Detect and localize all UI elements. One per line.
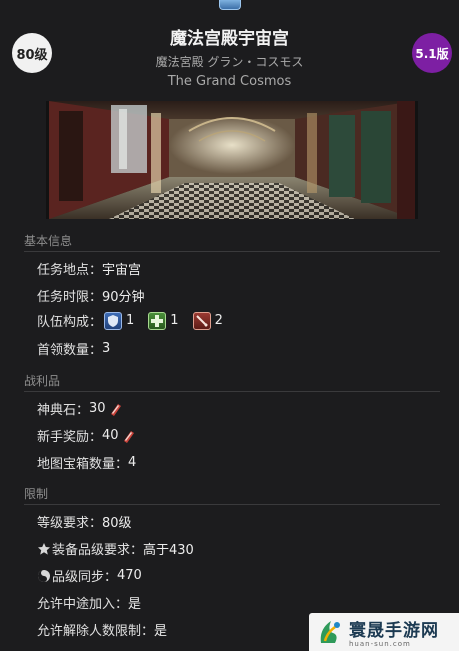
watermark-name: 寰晟手游网	[349, 621, 439, 641]
level-sync-icon	[38, 569, 50, 582]
tomestone-value: 30	[89, 401, 106, 416]
dungeon-banner-image	[46, 101, 418, 219]
watermark-url: huan-sun.com	[349, 640, 411, 648]
site-watermark: 寰晟手游网 huan-sun.com	[309, 613, 459, 651]
tomestone-icon	[110, 403, 121, 416]
row-unrestricted-party: 允许解除人数限制： 是	[37, 620, 167, 639]
item-level-value: 高于430	[143, 543, 194, 558]
level-req-value: 80级	[102, 516, 132, 531]
unrestricted-party-value: 是	[154, 624, 168, 639]
dungeon-title-jp: 魔法宮殿 グラン・コスモス	[155, 55, 304, 69]
dungeon-title-en: The Grand Cosmos	[167, 74, 292, 89]
dps-icon	[192, 311, 211, 330]
item-level-label: 装备品级要求：	[52, 543, 144, 558]
section-limits: 限制	[24, 485, 440, 505]
tank-count: 1	[126, 313, 135, 328]
dungeon-title-cn: 魔法宫殿宇宙宫	[170, 29, 289, 49]
row-location: 任务地点： 宇宙宫	[37, 259, 141, 278]
time-limit-label: 任务时限：	[37, 290, 103, 305]
location-label: 任务地点：	[37, 263, 103, 278]
site-logo-icon	[320, 621, 340, 643]
section-loot-heading: 战利品	[24, 374, 61, 388]
rookie-bonus-label: 新手奖励：	[37, 430, 103, 445]
row-boss-count: 首领数量： 3	[37, 339, 110, 358]
map-chest-label: 地图宝箱数量：	[37, 457, 129, 472]
healer-icon	[148, 311, 167, 330]
row-rookie-bonus: 新手奖励： 40	[37, 426, 136, 445]
section-basic-info: 基本信息	[24, 232, 440, 252]
join-in-progress-label: 允许中途加入：	[37, 597, 129, 612]
tomestone-label: 神典石：	[37, 403, 90, 418]
healer-count: 1	[170, 313, 179, 328]
section-limits-heading: 限制	[24, 487, 49, 501]
boss-count-label: 首领数量：	[37, 343, 103, 358]
tank-icon	[104, 311, 123, 330]
row-tomestone: 神典石： 30	[37, 399, 123, 418]
section-loot: 战利品	[24, 372, 440, 392]
party-label: 队伍构成：	[37, 315, 103, 330]
level-sync-value: 470	[117, 568, 142, 583]
item-level-icon	[38, 542, 50, 555]
duty-icon	[219, 0, 241, 10]
boss-count-value: 3	[102, 341, 111, 356]
row-level-requirement: 等级要求： 80级	[37, 512, 132, 531]
row-join-in-progress: 允许中途加入： 是	[37, 593, 141, 612]
row-item-level-requirement: 装备品级要求： 高于430	[37, 539, 194, 558]
unrestricted-party-label: 允许解除人数限制：	[37, 624, 155, 639]
location-value: 宇宙宫	[102, 263, 142, 278]
join-in-progress-value: 是	[128, 597, 142, 612]
level-req-label: 等级要求：	[37, 516, 103, 531]
row-map-chests: 地图宝箱数量： 4	[37, 453, 136, 472]
rookie-bonus-value: 40	[102, 428, 119, 443]
time-limit-value: 90分钟	[102, 290, 145, 305]
dps-count: 2	[214, 313, 223, 328]
tomestone-icon	[123, 430, 134, 443]
row-time-limit: 任务时限： 90分钟	[37, 286, 145, 305]
level-sync-label: 品级同步：	[52, 570, 118, 585]
section-basic-info-heading: 基本信息	[24, 234, 73, 248]
row-level-sync: 品级同步： 470	[37, 566, 142, 585]
map-chest-value: 4	[128, 455, 137, 470]
row-party: 队伍构成： 1 1 2	[37, 311, 235, 330]
